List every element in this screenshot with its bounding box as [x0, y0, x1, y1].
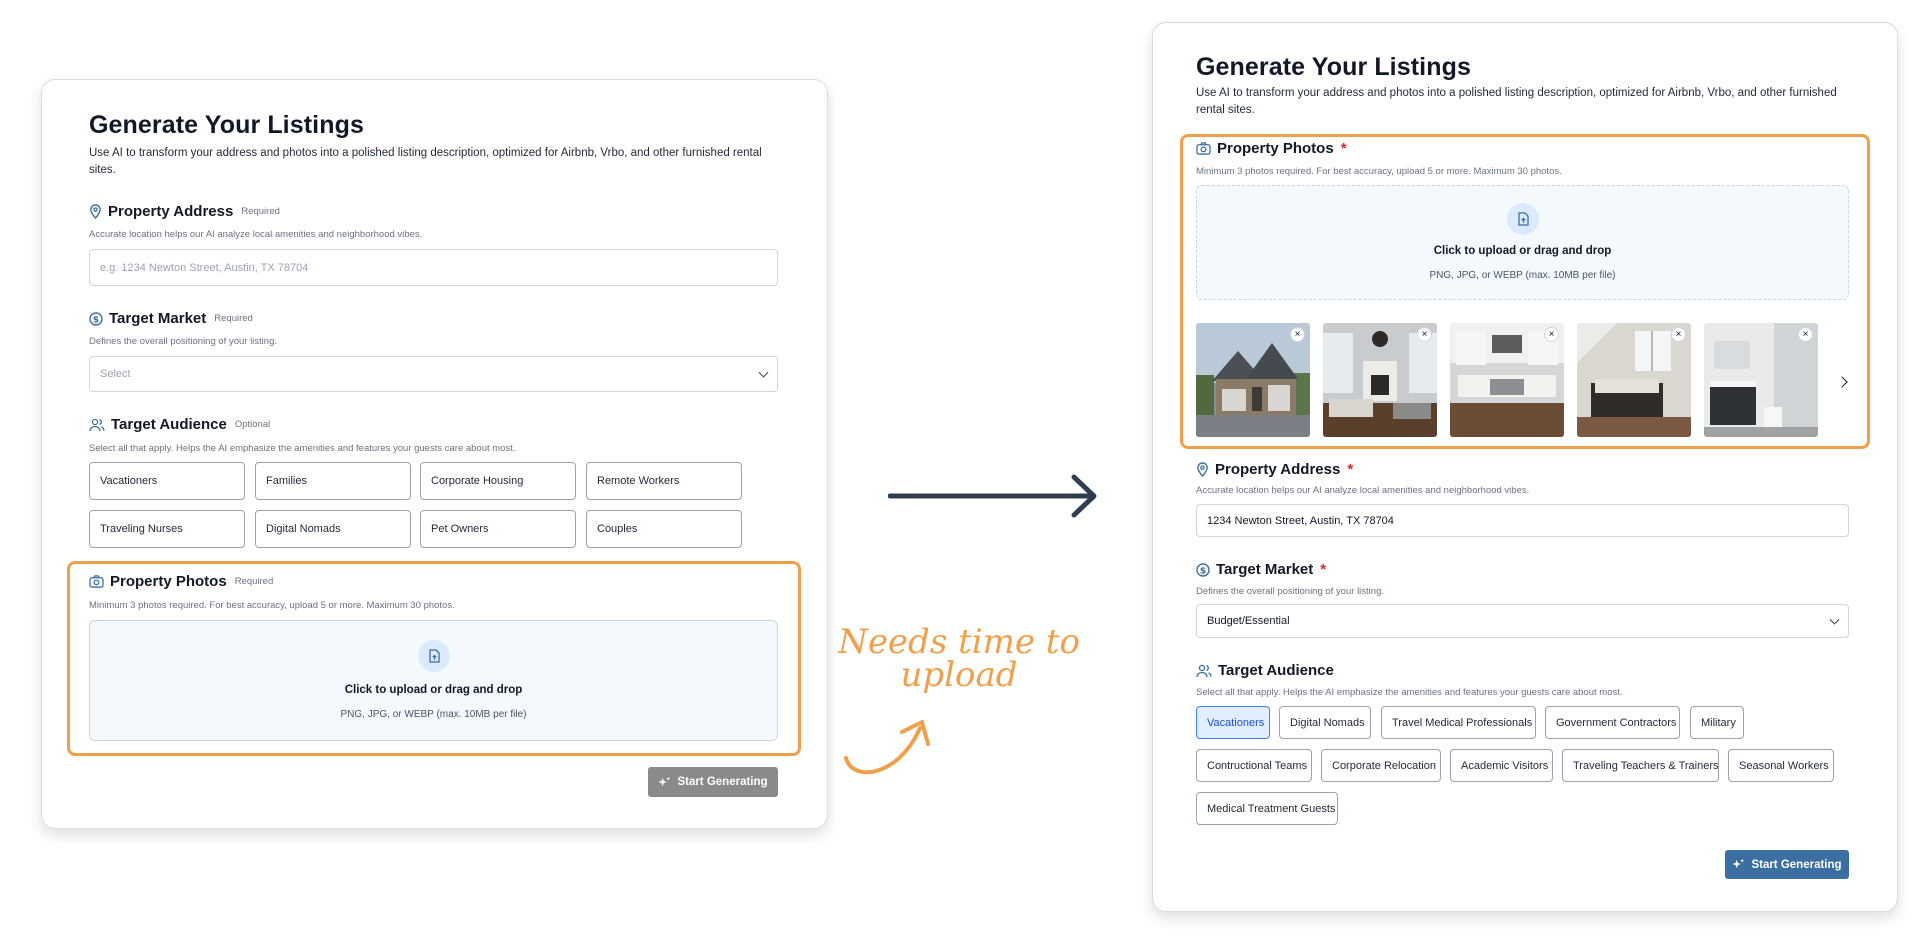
dollar-circle-icon: $	[1196, 562, 1210, 577]
market-section-title: $ Target Market Required	[89, 310, 253, 327]
photos-highlight-box	[67, 561, 801, 756]
audience-chip[interactable]: Digital Nomads	[1279, 706, 1371, 739]
address-label: Property Address	[108, 203, 234, 220]
market-select[interactable]: Budget/Essential	[1196, 604, 1849, 638]
svg-text:$: $	[1200, 566, 1206, 576]
audience-chip[interactable]: Academic Visitors	[1450, 749, 1553, 782]
audience-label: Target Audience	[111, 416, 227, 433]
annotation-line-2: upload	[900, 655, 1018, 695]
location-pin-icon	[1197, 462, 1208, 477]
market-select-value: Select	[100, 368, 131, 380]
page-description: Use AI to transform your address and pho…	[1196, 87, 1837, 116]
address-input[interactable]: e.g. 1234 Newton Street, Austin, TX 7870…	[89, 249, 778, 286]
dollar-circle-icon: $	[89, 311, 103, 326]
start-generating-label: Start Generating	[1751, 858, 1842, 871]
audience-chip[interactable]: Vacationers	[89, 462, 245, 500]
audience-chip[interactable]: Seasonal Workers	[1728, 749, 1834, 782]
audience-hint: Select all that apply. Helps the AI emph…	[89, 443, 516, 454]
users-icon	[89, 418, 105, 431]
audience-chip[interactable]: Corporate Housing	[420, 462, 576, 500]
start-generating-button[interactable]: Start Generating	[1725, 850, 1849, 879]
audience-chip[interactable]: Military	[1690, 706, 1744, 739]
audience-chip[interactable]: Couples	[586, 510, 742, 548]
page-title: Generate Your Listings	[1196, 53, 1471, 81]
audience-section-title: Target Audience Optional	[89, 416, 270, 433]
sparkle-icon	[658, 776, 671, 786]
audience-chip-selected[interactable]: Vacationers	[1196, 706, 1270, 739]
photos-highlight-box	[1180, 134, 1870, 449]
optional-tag: Optional	[234, 419, 271, 430]
market-hint: Defines the overall positioning of your …	[89, 336, 277, 347]
address-section-title: Property Address Required	[89, 203, 280, 220]
start-generating-label: Start Generating	[677, 776, 768, 788]
svg-text:$: $	[93, 315, 99, 325]
audience-section-title: Target Audience	[1196, 662, 1334, 679]
audience-chip[interactable]: Travel Medical Professionals	[1381, 706, 1536, 739]
address-value: 1234 Newton Street, Austin, TX 78704	[1207, 514, 1394, 527]
chevron-down-icon	[1829, 614, 1840, 625]
start-generating-button[interactable]: Start Generating	[648, 767, 778, 797]
users-icon	[1196, 664, 1212, 677]
annotation-note: Needs time to upload	[829, 625, 1089, 695]
market-hint: Defines the overall positioning of your …	[1196, 586, 1384, 597]
required-star: *	[1347, 461, 1354, 478]
market-select[interactable]: Select	[89, 356, 778, 392]
audience-hint: Select all that apply. Helps the AI emph…	[1196, 687, 1623, 698]
market-select-value: Budget/Essential	[1207, 615, 1290, 627]
page-description: Use AI to transform your address and pho…	[89, 147, 762, 176]
market-label: Target Market	[109, 310, 207, 327]
audience-chip[interactable]: Contructional Teams	[1196, 749, 1312, 782]
sparkle-icon	[1732, 858, 1745, 869]
market-label: Target Market	[1216, 561, 1314, 578]
audience-chip[interactable]: Families	[255, 462, 411, 500]
market-section-title: $ Target Market *	[1196, 561, 1326, 578]
required-tag: Required	[241, 206, 280, 217]
page-title: Generate Your Listings	[89, 111, 364, 139]
address-hint: Accurate location helps our AI analyze l…	[1196, 485, 1530, 496]
required-star: *	[1320, 561, 1327, 578]
audience-label: Target Audience	[1218, 662, 1334, 679]
audience-chip[interactable]: Corporate Relocation	[1321, 749, 1441, 782]
transition-arrow-icon	[888, 474, 1097, 518]
audience-chip[interactable]: Traveling Nurses	[89, 510, 245, 548]
address-label: Property Address	[1215, 461, 1341, 478]
audience-chip[interactable]: Traveling Teachers & Trainers	[1562, 749, 1719, 782]
address-placeholder: e.g. 1234 Newton Street, Austin, TX 7870…	[100, 261, 309, 274]
required-tag: Required	[214, 313, 253, 324]
location-pin-icon	[90, 204, 101, 219]
audience-chip[interactable]: Government Contractors	[1545, 706, 1680, 739]
address-input[interactable]: 1234 Newton Street, Austin, TX 78704	[1196, 504, 1849, 537]
address-section-title: Property Address *	[1196, 461, 1353, 478]
audience-chip[interactable]: Digital Nomads	[255, 510, 411, 548]
audience-chip[interactable]: Medical Treatment Guests	[1196, 792, 1338, 825]
address-hint: Accurate location helps our AI analyze l…	[89, 229, 423, 240]
audience-chip[interactable]: Remote Workers	[586, 462, 742, 500]
audience-chip[interactable]: Pet Owners	[420, 510, 576, 548]
curved-arrow-icon	[844, 720, 930, 775]
chevron-down-icon	[758, 367, 769, 378]
